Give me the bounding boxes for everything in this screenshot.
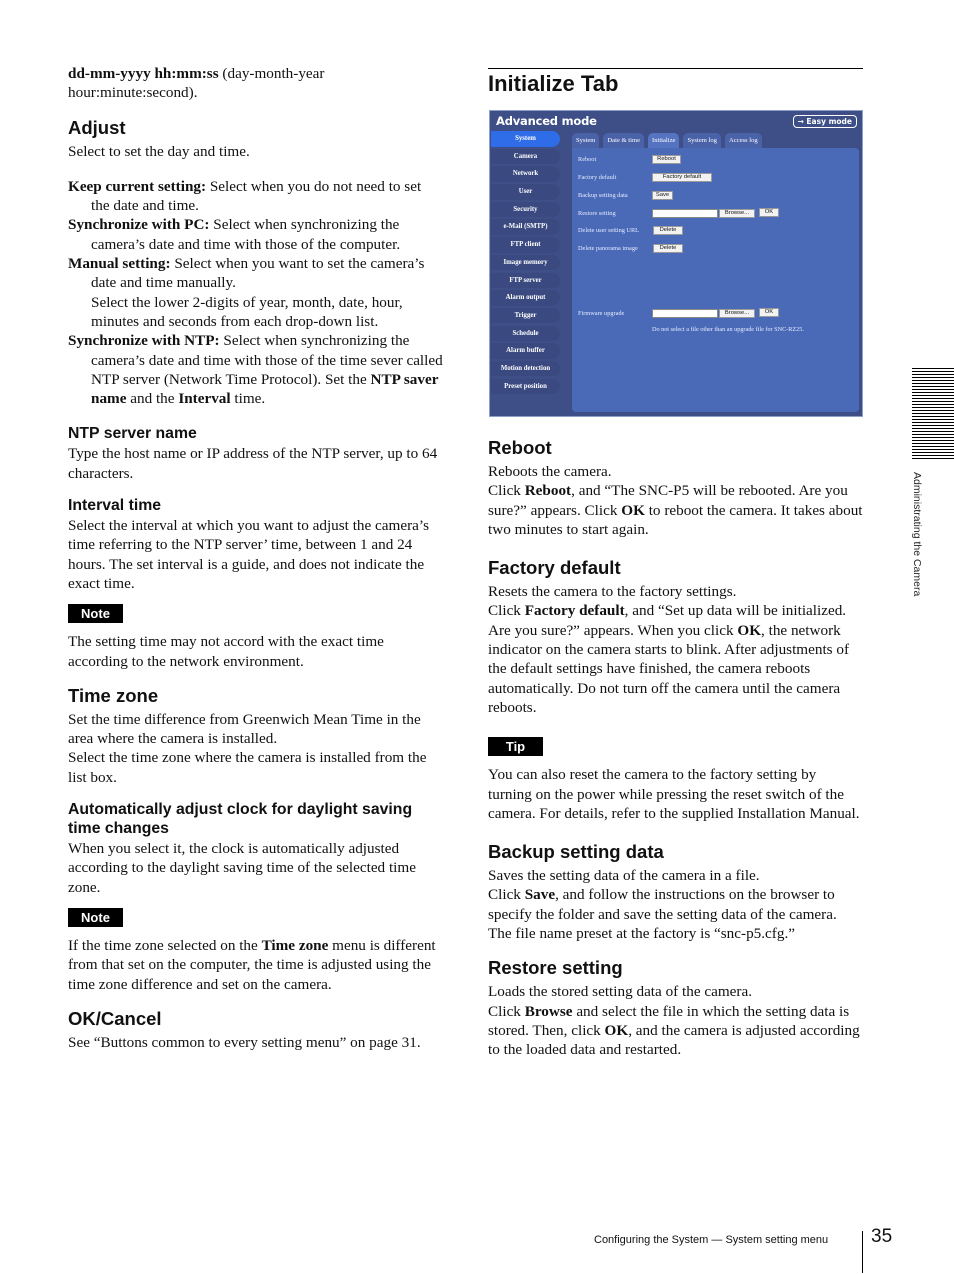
backup-text-2: Click Save, and follow the instructions … (488, 886, 837, 943)
factory-text-1: Resets the camera to the factory setting… (488, 583, 737, 601)
sidebar-item-alarm-buffer[interactable]: Alarm buffer (491, 343, 560, 359)
restore-heading: Restore setting (488, 957, 623, 979)
interval-text: Select the interval at which you want to… (68, 517, 430, 592)
backup-heading: Backup setting data (488, 841, 664, 863)
interval-heading: Interval time (68, 497, 162, 515)
reboot-heading: Reboot (488, 437, 552, 458)
delete-url-label: Delete user setting URL (578, 227, 640, 234)
okcancel-text: See “Buttons common to every setting men… (68, 1033, 421, 1051)
option-sync-ntp: Synchronize with NTP: Select when synchr… (68, 332, 443, 408)
firmware-label: Firmware upgrade (578, 310, 625, 317)
sidebar-item-image-memory[interactable]: Image memory (491, 254, 560, 271)
sidebar-item-preset-position[interactable]: Preset position (491, 378, 560, 395)
factory-text-2: Click Factory default, and “Set up data … (488, 602, 850, 716)
okcancel-heading: OK/Cancel (68, 1007, 162, 1029)
firmware-browse-button[interactable]: Browse... (719, 309, 755, 318)
tab-initialize[interactable]: Initialize (648, 133, 680, 148)
sidebar-item-alarm-output[interactable]: Alarm output (491, 290, 560, 306)
adjust-intro: Select to set the day and time. (68, 142, 250, 160)
factory-heading: Factory default (488, 557, 621, 579)
firmware-file-input[interactable] (652, 309, 718, 318)
save-button[interactable]: Save (652, 191, 673, 200)
settings-sidebar: System Camera Network User Security e-Ma… (490, 131, 562, 396)
chapter-tab-label: Administrating the Camera (911, 472, 923, 597)
reboot-button[interactable]: Reboot (652, 155, 681, 164)
chapter-thumb-index (912, 368, 954, 460)
adjust-heading: Adjust (68, 116, 126, 138)
note-label: Note (68, 907, 123, 927)
tip-label: Tip (488, 737, 543, 757)
reboot-text-2: Click Reboot, and “The SNC-P5 will be re… (488, 482, 863, 538)
reboot-label: Reboot (578, 156, 597, 163)
right-column-body: Reboot Reboots the camera. Click Reboot,… (488, 423, 863, 1060)
sidebar-item-camera[interactable]: Camera (491, 148, 560, 165)
ntp-text: Type the host name or IP address of the … (68, 445, 438, 482)
restore-browse-button[interactable]: Browse... (719, 209, 755, 218)
restore-text-1: Loads the stored setting data of the cam… (488, 983, 752, 1001)
delete-panorama-button[interactable]: Delete (653, 244, 683, 253)
restore-text-2: Click Browse and select the file in whic… (488, 1002, 860, 1059)
ntp-heading: NTP server name (68, 425, 197, 443)
timezone-heading: Time zone (68, 684, 159, 706)
sidebar-item-email[interactable]: e-Mail (SMTP) (491, 219, 560, 235)
factory-default-button[interactable]: Factory default (652, 173, 712, 182)
sidebar-item-system[interactable]: System (491, 131, 560, 147)
sidebar-item-user[interactable]: User (491, 184, 560, 200)
option-keep-current: Keep current setting: Select when you do… (68, 177, 422, 215)
note-text: If the time zone selected on the Time zo… (68, 936, 436, 993)
firmware-hint: Do not select a file other than an upgra… (652, 326, 804, 333)
dst-text: When you select it, the clock is automat… (68, 840, 416, 896)
footer-section-title: Configuring the System — System setting … (594, 1234, 829, 1246)
tab-date-time[interactable]: Date & time (603, 133, 645, 148)
footer-divider (862, 1231, 863, 1273)
date-format-text: dd-mm-yyyy hh:mm:ss (day-month-year hour… (68, 65, 325, 102)
sidebar-item-motion-detection[interactable]: Motion detection (491, 360, 560, 377)
factory-default-label: Factory default (578, 174, 617, 181)
delete-url-button[interactable]: Delete (653, 226, 683, 235)
initialize-tab-screenshot: Advanced mode → Easy mode System Camera … (489, 110, 863, 417)
left-column: dd-mm-yyyy hh:mm:ss (day-month-year hour… (68, 64, 443, 1052)
reboot-text-1: Reboots the camera. (488, 463, 612, 480)
sidebar-item-network[interactable]: Network (491, 166, 560, 182)
note-text: The setting time may not accord with the… (68, 633, 384, 670)
dst-heading: Automatically adjust clock for daylight … (68, 801, 413, 838)
initialize-panel: Reboot Reboot Factory default Factory de… (572, 148, 859, 412)
tab-access-log[interactable]: Access log (724, 133, 762, 148)
settings-tabs: System Date & time Initialize System log… (572, 133, 762, 148)
sidebar-item-ftp-client[interactable]: FTP client (491, 237, 560, 253)
timezone-text-2: Select the time zone where the camera is… (68, 749, 427, 786)
option-manual: Manual setting: Select when you want to … (68, 255, 425, 330)
sidebar-item-schedule[interactable]: Schedule (491, 325, 560, 342)
restore-label: Restore setting (578, 210, 616, 217)
timezone-text-1: Set the time difference from Greenwich M… (68, 710, 421, 748)
sidebar-item-security[interactable]: Security (491, 201, 560, 218)
easy-mode-button[interactable]: → Easy mode (792, 115, 857, 128)
delete-panorama-label: Delete panorama image (578, 245, 638, 252)
option-sync-pc: Synchronize with PC: Select when synchro… (68, 216, 401, 253)
sidebar-item-trigger[interactable]: Trigger (491, 307, 560, 324)
page-number: 35 (871, 1226, 893, 1247)
tab-system-log[interactable]: System log (683, 133, 721, 148)
sidebar-item-ftp-server[interactable]: FTP server (491, 272, 560, 288)
section-title: Initialize Tab (488, 71, 619, 96)
backup-text-1: Saves the setting data of the camera in … (488, 867, 760, 885)
mode-title: Advanced mode (496, 114, 597, 128)
right-column: Initialize Tab (488, 68, 863, 97)
note-label: Note (68, 604, 123, 624)
tip-text: You can also reset the camera to the fac… (488, 766, 860, 822)
restore-file-input[interactable] (652, 209, 718, 218)
firmware-ok-button[interactable]: OK (759, 308, 779, 317)
section-rule: Initialize Tab (488, 68, 863, 97)
restore-ok-button[interactable]: OK (759, 208, 779, 217)
backup-label: Backup setting data (578, 192, 628, 199)
tab-system[interactable]: System (572, 133, 600, 148)
